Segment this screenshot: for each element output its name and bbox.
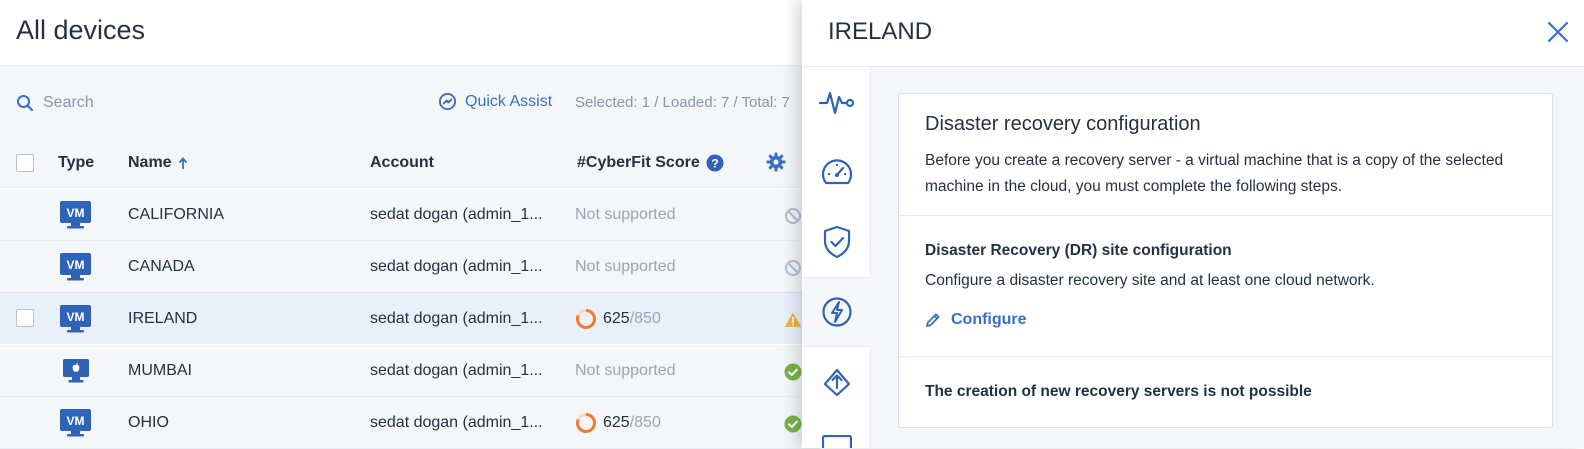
rail-item-disaster-recovery[interactable] (802, 277, 871, 347)
panel-side-rail (802, 67, 871, 448)
score-value: 625 (603, 414, 630, 431)
page-title: All devices (16, 15, 146, 45)
rail-item-recovery[interactable] (802, 347, 871, 417)
column-type[interactable]: Type (58, 154, 94, 172)
svg-text:VM: VM (67, 206, 85, 220)
panel-header: IRELAND (802, 0, 1584, 67)
table-row[interactable]: VM CALIFORNIA sedat dogan (admin_1... No… (0, 189, 820, 241)
dr-site-section: Disaster Recovery (DR) site configuratio… (899, 216, 1552, 357)
rail-item-protection[interactable] (802, 207, 871, 277)
table-row[interactable]: VM OHIO sedat dogan (admin_1... 625/850 (0, 397, 820, 449)
gauge-icon (821, 159, 852, 185)
vm-icon: VM (60, 201, 91, 229)
help-icon[interactable]: ? (706, 154, 724, 172)
column-account[interactable]: Account (370, 154, 434, 172)
configure-link[interactable]: Configure (925, 311, 1027, 329)
device-name[interactable]: OHIO (128, 414, 169, 432)
column-name-label: Name (128, 154, 172, 171)
row-checkbox[interactable] (16, 309, 34, 327)
vm-icon: VM (60, 253, 91, 281)
column-score-label: #CyberFit Score (577, 154, 700, 171)
recovery-icon (823, 368, 850, 397)
device-name[interactable]: CANADA (128, 258, 195, 276)
device-account: sedat dogan (admin_1... (370, 310, 543, 327)
dr-site-description: Configure a disaster recovery site and a… (925, 272, 1375, 289)
warning-icon (784, 312, 802, 327)
disaster-recovery-card: Disaster recovery configuration Before y… (898, 93, 1553, 428)
device-account: sedat dogan (admin_1... (370, 206, 543, 223)
cyberfit-score: 625/850 (575, 308, 661, 330)
device-name[interactable]: IRELAND (128, 310, 197, 328)
quick-assist-label: Quick Assist (465, 92, 553, 110)
dr-intro-section: Disaster recovery configuration Before y… (899, 94, 1552, 216)
score-max: /850 (629, 414, 661, 431)
select-all-checkbox[interactable] (16, 154, 34, 172)
selection-counts: Selected: 1 / Loaded: 7 / Total: 7 (575, 94, 790, 111)
device-name[interactable]: CALIFORNIA (128, 206, 224, 224)
close-icon[interactable] (1546, 20, 1570, 44)
pulse-icon (818, 91, 854, 115)
column-account-label: Account (370, 154, 434, 171)
more-icon (821, 435, 852, 448)
device-account: sedat dogan (admin_1... (370, 362, 543, 379)
column-settings-gear-icon[interactable] (766, 152, 786, 172)
svg-text:VM: VM (67, 258, 85, 272)
ok-icon (784, 363, 802, 381)
search-icon (17, 95, 34, 112)
search-placeholder: Search (43, 94, 94, 111)
toolbar: Search Quick Assist Selected: 1 / Loaded… (0, 66, 820, 138)
dr-config-title: Disaster recovery configuration (925, 113, 1201, 135)
devices-view: All devices Search Quick Assist Selected… (0, 0, 820, 449)
cyberfit-score: Not supported (575, 206, 676, 223)
dr-site-title: Disaster Recovery (DR) site configuratio… (925, 242, 1232, 259)
not-supported-icon (785, 208, 801, 224)
page-header: All devices (0, 0, 820, 66)
configure-label: Configure (951, 311, 1027, 328)
pencil-icon (926, 313, 940, 327)
score-value: 625 (603, 310, 630, 327)
vm-icon: VM (60, 305, 91, 333)
svg-text:VM: VM (67, 414, 85, 428)
search-input[interactable]: Search (16, 92, 94, 114)
ok-icon (784, 415, 802, 433)
device-details-panel: IRELAND Disaster recovery configuration … (802, 0, 1584, 448)
device-name[interactable]: MUMBAI (128, 362, 192, 380)
rail-item-activity[interactable] (802, 67, 871, 137)
quick-assist-button[interactable]: Quick Assist (438, 92, 552, 111)
table-row-selected[interactable]: VM IRELAND sedat dogan (admin_1... 625/8… (0, 292, 820, 344)
dr-status-section: The creation of new recovery servers is … (899, 357, 1552, 427)
column-cyberfit-score[interactable]: #CyberFit Score ? (577, 154, 724, 172)
device-account: sedat dogan (admin_1... (370, 414, 543, 431)
apple-icon (63, 359, 89, 383)
score-max: /850 (629, 310, 661, 327)
table-row[interactable]: MUMBAI sedat dogan (admin_1... Not suppo… (0, 345, 820, 397)
cyberfit-score: Not supported (575, 362, 676, 379)
table-header: Type Name Account #CyberFit Score ? (0, 138, 820, 188)
quick-assist-icon (438, 92, 457, 111)
cyberfit-score: Not supported (575, 258, 676, 275)
vm-icon: VM (60, 409, 91, 437)
device-account: sedat dogan (admin_1... (370, 258, 543, 275)
panel-title: IRELAND (828, 18, 933, 45)
svg-text:VM: VM (67, 310, 85, 324)
shield-check-icon (823, 225, 850, 259)
rail-item-more[interactable] (802, 417, 871, 448)
recovery-server-status: The creation of new recovery servers is … (925, 383, 1312, 400)
rail-item-cyberfit[interactable] (802, 137, 871, 207)
score-ring-icon (576, 413, 596, 433)
column-type-label: Type (58, 154, 95, 171)
column-name[interactable]: Name (128, 154, 188, 172)
lightning-icon (821, 297, 852, 327)
not-supported-icon (785, 260, 801, 276)
dr-config-description: Before you create a recovery server - a … (925, 152, 1504, 195)
table-row[interactable]: VM CANADA sedat dogan (admin_1... Not su… (0, 241, 820, 293)
sort-ascending-icon (178, 156, 187, 169)
svg-text:?: ? (711, 156, 718, 170)
cyberfit-score: 625/850 (575, 412, 661, 434)
score-ring-icon (576, 309, 596, 329)
